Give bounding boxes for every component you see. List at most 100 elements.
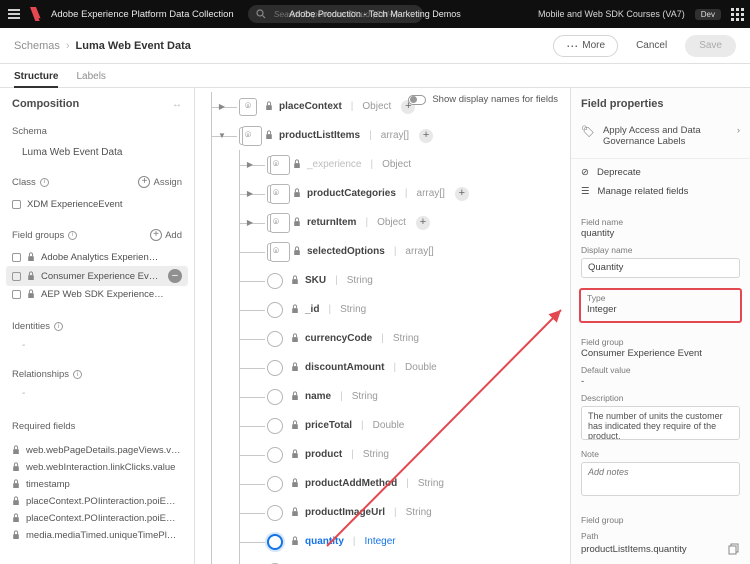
info-icon[interactable]: i [68,231,77,240]
chevron-right-icon: › [737,125,740,136]
fieldgroup-item[interactable]: Consumer Experience Ev…− [6,266,188,286]
fieldgroup-item[interactable]: Adobe Analytics Experien… [6,249,188,266]
field-name: productListItems [279,130,360,141]
lock-icon [27,289,35,300]
app-switcher-icon[interactable] [731,8,744,21]
add-fieldgroup-button[interactable]: +Add [150,229,182,241]
deprecate-button[interactable]: ⊘Deprecate [571,159,750,186]
field-name: placeContext [279,101,342,112]
tree-node[interactable]: _id|String [195,295,570,324]
info-icon[interactable]: i [40,178,49,187]
field-name: productCategories [307,188,396,199]
lock-icon [291,420,299,431]
required-field-item[interactable]: media.mediaTimed.uniqueTimePl… [8,527,186,544]
fieldgroup-item[interactable]: AEP Web SDK Experience… [6,286,188,303]
tree-node[interactable]: ▶⌾_experience|Object [195,150,570,179]
class-item[interactable]: XDM ExperienceEvent [6,196,188,213]
chevron-right-icon[interactable]: ▶ [245,189,255,198]
product-title: Adobe Experience Platform Data Collectio… [51,9,234,20]
chevron-right-icon[interactable]: ▶ [245,218,255,227]
tree-node[interactable]: productImageUrl|String [195,498,570,527]
manage-related-button[interactable]: ☰Manage related fields [571,186,750,205]
tree-node[interactable]: currencyCode|String [195,324,570,353]
checkbox-icon[interactable] [12,272,21,281]
field-type: String [340,304,366,315]
tree-node[interactable]: refundAmount|Double [195,556,570,564]
chevron-down-icon[interactable]: ▼ [217,131,227,140]
info-icon[interactable]: i [54,322,63,331]
tab-labels[interactable]: Labels [76,71,105,87]
tree-node[interactable]: quantity|Integer [195,527,570,556]
save-button: Save [685,35,736,57]
chevron-right-icon[interactable]: ▶ [217,102,227,111]
required-field-item[interactable]: timestamp [8,476,186,493]
tree-node[interactable]: name|String [195,382,570,411]
tree-node[interactable]: SKU|String [195,266,570,295]
tree-node[interactable]: priceTotal|Double [195,411,570,440]
add-field-icon[interactable]: + [419,129,433,143]
display-name-input[interactable] [581,258,740,278]
display-names-toggle[interactable]: Show display names for fields [408,94,558,105]
crumb-schemas[interactable]: Schemas [14,40,60,52]
toggle-icon[interactable] [408,95,426,105]
array-object-icon: ⌾ [267,214,285,232]
field-node-icon [267,273,283,289]
description-input[interactable] [581,406,740,440]
required-field-path: web.webPageDetails.pageViews.v… [26,445,181,456]
field-type: String [418,478,444,489]
default-value: - [581,376,740,387]
tree-node[interactable]: productAddMethod|String [195,469,570,498]
cancel-button[interactable]: Cancel [630,39,673,52]
sandbox-link[interactable]: Mobile and Web SDK Courses (VA7) [538,9,685,19]
tree-node[interactable]: ▶⌾returnItem|Object+ [195,208,570,237]
assign-class-button[interactable]: +Assign [138,176,182,188]
checkbox-icon[interactable] [12,253,21,262]
lock-icon [12,479,20,490]
required-field-item[interactable]: placeContext.POIinteraction.poiE… [8,510,186,527]
field-name-value: quantity [581,228,740,239]
fieldgroup-label: Field group [581,337,740,347]
more-button[interactable]: ⋯More [553,35,618,57]
field-type: String [406,507,432,518]
field-type: Double [373,420,405,431]
lock-icon [12,496,20,507]
tree-node[interactable]: product|String [195,440,570,469]
add-field-icon[interactable]: + [455,187,469,201]
drag-handle-icon[interactable]: ↔ [172,99,182,110]
tree-node[interactable]: ▼⌾productListItems|array[]+ [195,121,570,150]
tab-structure[interactable]: Structure [14,71,58,88]
composition-title: Composition [12,98,79,110]
schema-name[interactable]: Luma Web Event Data [0,143,194,170]
tree-node[interactable]: ⌾selectedOptions|array[] [195,237,570,266]
add-field-icon[interactable]: + [416,216,430,230]
checkbox-icon[interactable] [12,290,21,299]
note-input[interactable] [581,462,740,496]
info-icon[interactable]: i [73,370,82,379]
chevron-right-icon[interactable]: ▶ [245,160,255,169]
required-field-item[interactable]: web.webInteraction.linkClicks.value [8,459,186,476]
relationships-empty: - [0,386,194,401]
hamburger-icon[interactable] [0,0,28,28]
display-name-label: Display name [581,245,740,255]
path-label: Path [581,531,740,541]
apply-labels-button[interactable]: 🏷 Apply Access and Data Governance Label… [571,120,750,159]
tree-node[interactable]: ▶⌾productCategories|array[]+ [195,179,570,208]
required-field-item[interactable]: placeContext.POIinteraction.poiE… [8,493,186,510]
class-label: Classi +Assign [0,170,194,194]
fieldgroup-value: Consumer Experience Event [581,348,740,359]
lock-icon [291,507,299,518]
remove-icon[interactable]: − [168,269,182,283]
fieldgroup-name: Consumer Experience Ev… [41,271,162,282]
required-field-item[interactable]: web.webPageDetails.pageViews.v… [8,442,186,459]
tree-node[interactable]: discountAmount|Double [195,353,570,382]
lock-icon [293,159,301,170]
tag-icon: 🏷 [581,125,595,139]
copy-icon[interactable] [728,543,740,555]
field-node-icon [267,389,283,405]
lock-icon [291,536,299,547]
lock-icon [265,101,273,112]
object-icon: ⌾ [239,98,257,116]
lock-icon [291,391,299,402]
required-list: web.webPageDetails.pageViews.v… web.webIn… [0,438,194,548]
field-node-icon [267,447,283,463]
